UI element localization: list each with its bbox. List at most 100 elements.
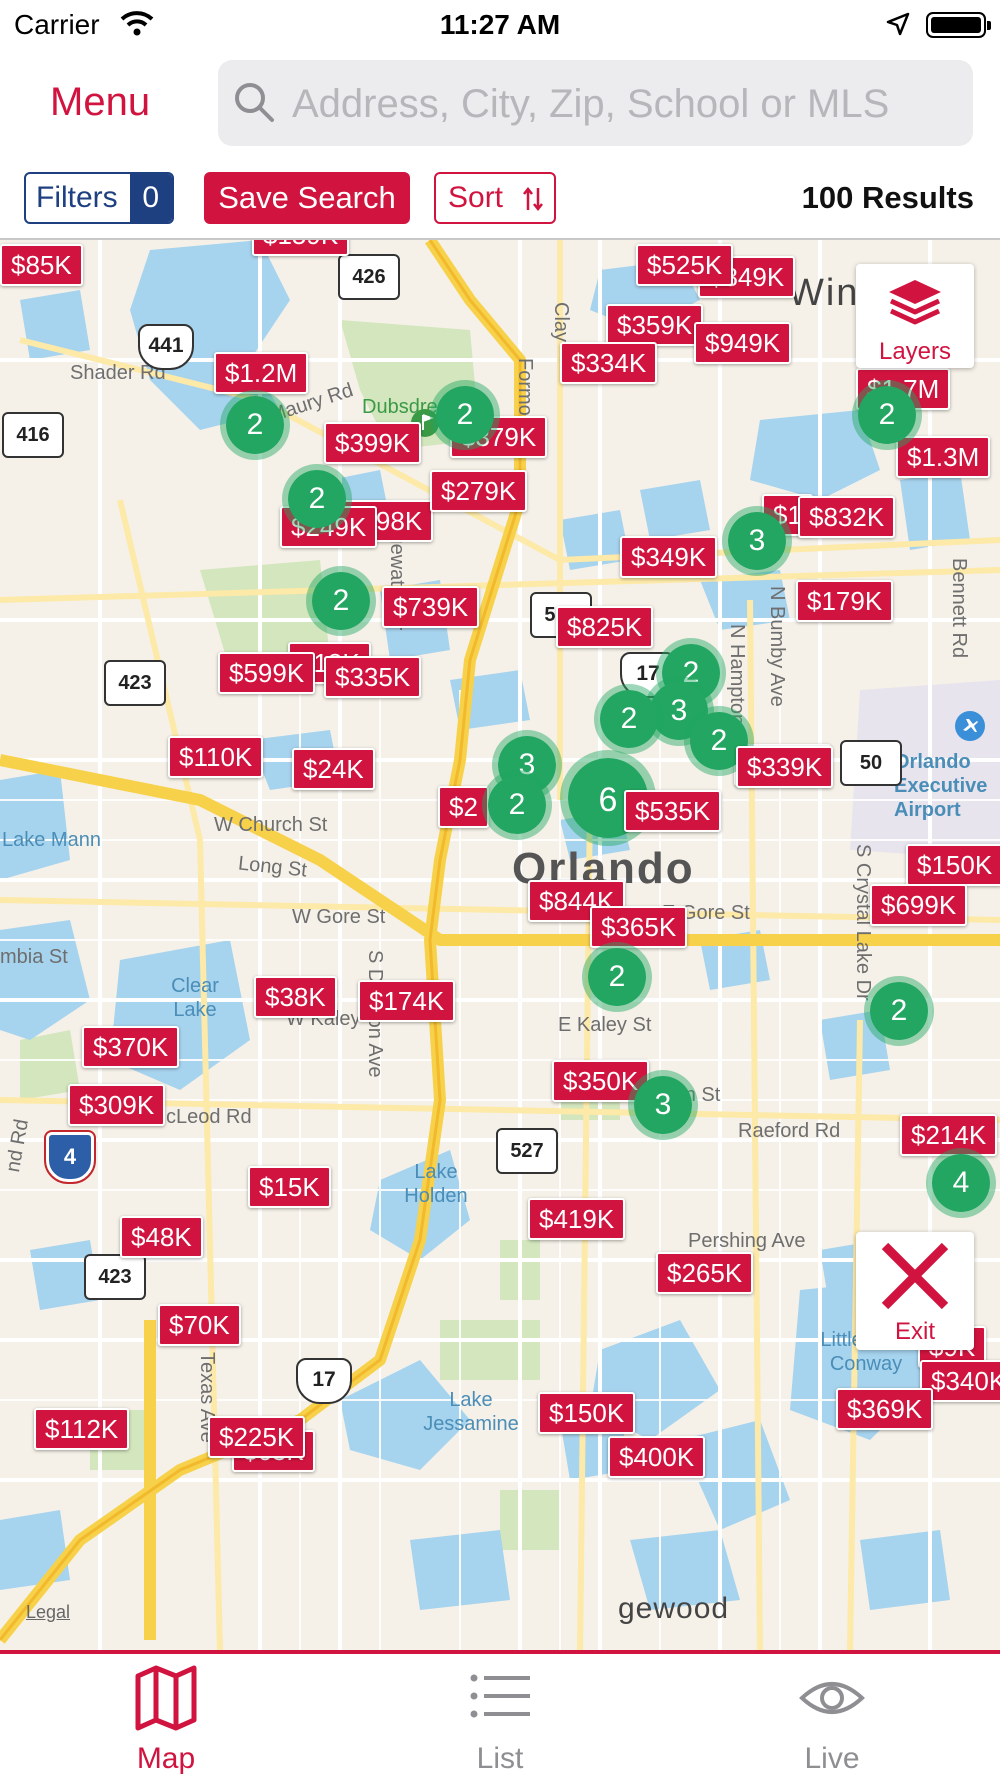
price-pin[interactable]: $159K [252,240,350,256]
highway-shield-50: 50 [840,740,902,786]
filters-button[interactable]: Filters 0 [24,172,174,224]
map-label-airport: Orlando Executive Airport [894,751,988,821]
search-bar[interactable] [218,60,973,148]
tab-list-label: List [476,1742,524,1775]
menu-button[interactable]: Menu [50,80,150,125]
price-pin[interactable]: $399K [324,422,422,464]
highway-shield-416: 416 [2,412,64,458]
map-label-win: Win [788,272,860,314]
price-pin[interactable]: $335K [324,656,422,698]
price-pin[interactable]: $38K [254,976,337,1018]
legal-link[interactable]: Legal [26,1602,70,1623]
price-pin[interactable]: $825K [556,606,654,648]
price-pin[interactable]: $24K [292,748,375,790]
price-pin[interactable]: $369K [836,1388,934,1430]
map-label-mcleod-rd: cLeod Rd [166,1106,252,1128]
highway-shield-17-south: 17 [296,1358,352,1404]
sort-label: Sort [448,181,504,214]
map-label-lake-holden: Lake Holden [404,1161,468,1207]
layers-label: Layers [878,338,952,365]
price-pin[interactable]: $832K [798,496,896,538]
battery-icon [926,12,991,38]
sort-arrows-icon [523,186,543,212]
save-search-button[interactable]: Save Search [204,172,410,224]
price-pin[interactable]: $265K [656,1252,754,1294]
price-pin[interactable]: $599K [218,652,316,694]
price-pin[interactable]: $699K [870,884,968,926]
price-pin[interactable]: $1.2M [214,352,309,394]
list-icon [470,1674,530,1718]
location-arrow-icon [886,12,910,36]
listing-cluster[interactable]: 2 [282,464,352,534]
airport-icon [955,711,985,741]
price-pin[interactable]: $48K [120,1216,203,1258]
close-icon [881,1242,949,1310]
price-pin[interactable]: $949K [694,322,792,364]
tab-list[interactable]: List [400,1654,600,1778]
tab-live-label: Live [804,1742,860,1775]
highway-shield-423-south: 423 [84,1254,146,1300]
exit-label: Exit [894,1318,935,1345]
price-pin[interactable]: $150K [538,1392,636,1434]
tab-map-label: Map [136,1742,196,1775]
map-label-n-bumby-ave: N Bumby Ave [766,586,788,707]
listing-cluster[interactable]: 2 [864,976,934,1046]
search-icon [235,83,274,122]
map-label-w-gore-st: W Gore St [292,906,386,928]
map-label-lake-mann: Lake Mann [2,829,101,851]
map-label-mbia-st: mbia St [0,946,68,968]
listing-cluster[interactable]: 2 [220,390,290,460]
price-pin[interactable]: $112K [34,1408,130,1450]
map-label-w-church-st: W Church St [214,814,328,836]
listing-cluster[interactable]: 2 [582,942,652,1012]
map-label-pershing-ave: Pershing Ave [688,1230,806,1252]
listing-cluster[interactable]: 2 [594,684,664,754]
status-time: 11:27 AM [439,9,561,40]
tab-map[interactable]: Map [66,1654,266,1778]
price-pin[interactable]: $739K [382,586,480,628]
listing-cluster[interactable]: 3 [628,1070,698,1140]
tab-live[interactable]: Live [732,1654,932,1778]
price-pin[interactable]: $365K [590,906,688,948]
listing-cluster[interactable]: 3 [722,506,792,576]
search-input[interactable] [290,60,954,148]
sort-button[interactable]: Sort [434,172,556,224]
map-view[interactable]: Shader Rd Maury Rd W Church St Long St W… [0,238,1000,1652]
listing-cluster[interactable]: 2 [306,566,376,636]
price-pin[interactable]: $535K [624,790,722,832]
price-pin[interactable]: $150K [906,844,1000,886]
price-pin[interactable]: $85K [0,244,83,286]
price-pin[interactable]: $110K [168,736,264,778]
map-label-clay: Clay [550,302,572,343]
price-pin[interactable]: $225K [208,1416,306,1458]
price-pin[interactable]: $179K [796,580,894,622]
status-bar: Carrier 11:27 AM [0,0,1000,50]
layers-button[interactable]: Layers [856,264,974,368]
layers-icon [889,280,941,325]
map-label-lake-jessamine: Lake Jessamine [423,1389,519,1435]
price-pin[interactable]: $309K [68,1084,166,1126]
listing-cluster[interactable]: 2 [852,380,922,450]
interstate-shield-4: 4 [44,1130,96,1184]
map-label-bennett-rd: Bennett Rd [948,558,970,659]
filters-label: Filters [36,181,118,214]
price-pin[interactable]: $279K [430,470,528,512]
map-label-gewood: gewood [618,1592,730,1625]
exit-button[interactable]: Exit [856,1232,974,1350]
price-pin[interactable]: $334K [560,342,658,384]
price-pin[interactable]: $525K [636,244,734,286]
price-pin[interactable]: $1.3M [896,436,991,478]
listing-cluster[interactable]: 2 [430,380,500,450]
listing-cluster[interactable]: 4 [926,1148,996,1218]
price-pin[interactable]: $400K [608,1436,706,1478]
price-pin[interactable]: $370K [82,1026,180,1068]
price-pin[interactable]: $339K [736,746,834,788]
highway-shield-426: 426 [338,254,400,300]
price-pin[interactable]: $359K [606,304,704,346]
price-pin[interactable]: $70K [158,1304,241,1346]
price-pin[interactable]: $15K [248,1166,331,1208]
listing-cluster[interactable]: 2 [482,770,552,840]
price-pin[interactable]: $174K [358,980,456,1022]
price-pin[interactable]: $349K [620,536,718,578]
price-pin[interactable]: $419K [528,1198,626,1240]
